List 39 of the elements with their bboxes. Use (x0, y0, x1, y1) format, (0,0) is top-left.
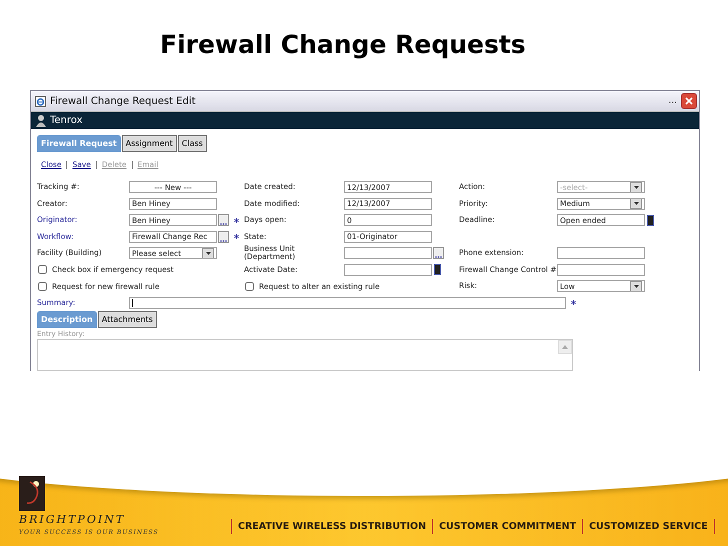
logo-icon (19, 476, 45, 511)
close-icon (685, 97, 693, 105)
slogan: CUSTOMER COMMITMENT (432, 519, 582, 534)
dropdown-icon (630, 281, 642, 292)
text-field[interactable] (557, 264, 645, 276)
summary-field[interactable] (129, 296, 566, 309)
brand-name: Tenrox (50, 115, 83, 126)
checkbox[interactable] (38, 282, 47, 291)
text-caret (132, 298, 133, 307)
slogan: CUSTOMIZED SERVICE (582, 519, 715, 534)
tab[interactable]: Attachments (98, 311, 157, 328)
lookup-field[interactable] (344, 247, 432, 260)
dropdown-icon (202, 248, 214, 258)
lookup-button[interactable] (218, 230, 229, 243)
tab[interactable]: Class (178, 135, 207, 152)
calendar-icon[interactable] (434, 264, 441, 276)
up-arrow-icon (562, 345, 568, 349)
brand-name: BRIGHTPOINT (19, 513, 126, 526)
lookup-button[interactable] (218, 214, 229, 226)
ellipsis-icon (220, 223, 227, 226)
tab[interactable]: Assignment (122, 135, 177, 152)
ellipsis-icon (220, 240, 227, 242)
mascot-icon (35, 114, 47, 127)
text-field[interactable] (557, 247, 645, 260)
checkbox[interactable] (38, 265, 47, 274)
menu-dots[interactable]: ... (668, 96, 677, 106)
lookup-button[interactable] (433, 247, 444, 260)
date-field[interactable] (344, 264, 432, 276)
dropdown-icon (630, 182, 642, 192)
slide-title: Firewall Change Requests (160, 30, 526, 59)
dropdown-icon (630, 198, 642, 209)
window-title: Firewall Change Request Edit (50, 96, 197, 106)
calendar-icon[interactable] (647, 214, 654, 226)
checkbox[interactable] (245, 282, 254, 291)
close-button[interactable] (681, 93, 697, 109)
ellipsis-icon (435, 256, 442, 258)
browser-icon (35, 96, 46, 106)
entry-history-field[interactable] (37, 339, 573, 371)
slogan: CREATIVE WIRELESS DISTRIBUTION (231, 519, 432, 534)
